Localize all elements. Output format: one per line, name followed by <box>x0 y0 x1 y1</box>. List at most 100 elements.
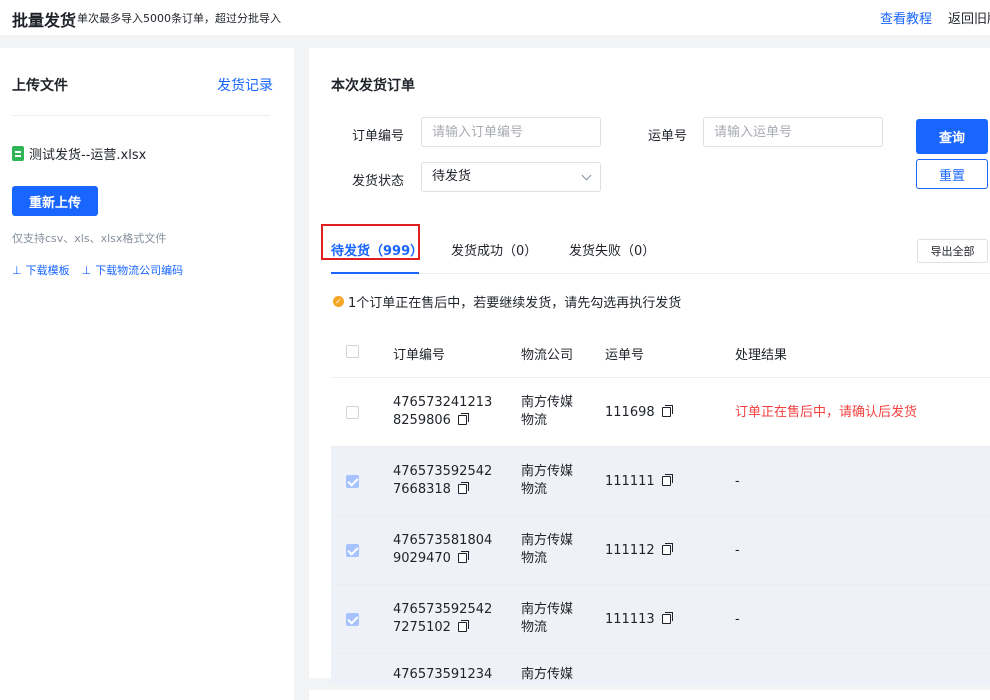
file-name: 测试发货--运营.xlsx <box>29 148 147 163</box>
logistics-line1: 南方传媒 <box>521 602 574 617</box>
result-cell: - <box>735 543 740 558</box>
waybill-cell: 111698 <box>605 404 673 422</box>
logistics-line1: 南方传媒 <box>521 395 574 410</box>
divider <box>12 115 270 116</box>
order-no-label: 订单编号 <box>352 129 405 144</box>
export-all-button[interactable]: 导出全部 <box>917 239 988 263</box>
notice-text: 1个订单正在售后中，若要继续发货，请先勾选再执行发货 <box>348 296 682 311</box>
download-icon: ⊥ <box>81 263 92 277</box>
copy-icon[interactable] <box>661 612 673 624</box>
order-no-cell: 476573592542 7275102 <box>393 601 492 637</box>
orders-section-title: 本次发货订单 <box>331 78 415 94</box>
logistics-cell: 南方传媒 物流 <box>521 394 573 430</box>
active-tab-indicator <box>331 272 419 274</box>
highlight-box <box>321 224 420 260</box>
logistics-cell: 南方传媒 物流 <box>521 601 573 637</box>
order-no-line1: 476573241213 <box>393 395 493 410</box>
after-sale-notice: ✓ 1个订单正在售后中，若要继续发货，请先勾选再执行发货 <box>333 292 681 311</box>
download-logistics-label: 下载物流公司编码 <box>95 264 184 277</box>
row-checkbox[interactable] <box>346 406 359 419</box>
waybill-label: 运单号 <box>648 129 688 144</box>
select-all-checkbox[interactable] <box>346 345 359 358</box>
chevron-down-icon <box>581 170 592 181</box>
status-selected-value: 待发货 <box>432 169 472 184</box>
table-header: 订单编号 物流公司 运单号 处理结果 <box>331 326 990 378</box>
copy-icon[interactable] <box>661 405 673 417</box>
table-row-partial: 476573591234 南方传媒 <box>331 654 990 684</box>
reset-button[interactable]: 重置 <box>916 159 988 189</box>
result-cell: - <box>735 474 740 489</box>
logistics-line1: 南方传媒 <box>521 464 574 479</box>
waybill-input[interactable] <box>703 117 883 147</box>
order-no-line2: 8259806 <box>393 413 451 428</box>
download-template-label: 下载模板 <box>25 264 70 277</box>
page-title: 批量发货 <box>12 11 77 30</box>
table-row: 476573592542 7275102 南方传媒 物流 111113 - <box>331 585 990 654</box>
logistics-line2: 物流 <box>521 551 548 566</box>
order-no-line1: 476573592542 <box>393 602 493 617</box>
status-tabs: 待发货（999） 发货成功（0） 发货失败（0） <box>321 224 990 274</box>
uploaded-file: 测试发货--运营.xlsx <box>12 144 146 163</box>
download-template-link[interactable]: ⊥ 下载模板 <box>12 262 70 278</box>
copy-icon[interactable] <box>458 413 470 425</box>
logistics-line2: 物流 <box>521 620 548 635</box>
download-logistics-code-link[interactable]: ⊥ 下载物流公司编码 <box>82 262 184 278</box>
logistics-line1: 南方传媒 <box>521 533 574 548</box>
shipping-record-link[interactable]: 发货记录 <box>217 75 273 95</box>
waybill-cell: 111113 <box>605 611 673 629</box>
logistics-line2: 物流 <box>521 482 548 497</box>
waybill-cell: 111112 <box>605 542 673 560</box>
order-no-cell: 476573581804 9029470 <box>393 532 492 568</box>
row-checkbox[interactable] <box>346 613 359 626</box>
order-no-line1: 476573581804 <box>393 533 493 548</box>
table-row: 476573241213 8259806 南方传媒 物流 111698 订单正在… <box>331 378 990 447</box>
result-cell: - <box>735 612 740 627</box>
order-no-input[interactable] <box>421 117 601 147</box>
copy-icon[interactable] <box>458 620 470 632</box>
logistics-cell: 南方传媒 物流 <box>521 463 573 499</box>
copy-icon[interactable] <box>458 482 470 494</box>
column-header-order-no: 订单编号 <box>393 348 446 363</box>
tab-failed[interactable]: 发货失败（0） <box>569 240 655 259</box>
order-no-line2: 9029470 <box>393 551 451 566</box>
copy-icon[interactable] <box>458 551 470 563</box>
logistics-line1: 南方传媒 <box>521 667 574 682</box>
column-header-logistics: 物流公司 <box>521 348 574 363</box>
result-cell: 订单正在售后中，请确认后发货 <box>735 405 918 420</box>
table-row: 476573581804 9029470 南方传媒 物流 111112 - <box>331 516 990 585</box>
download-links: ⊥ 下载模板 ⊥ 下载物流公司编码 <box>12 262 183 278</box>
order-no-line2: 7668318 <box>393 482 451 497</box>
order-no-cell: 476573592542 7668318 <box>393 463 492 499</box>
column-header-waybill: 运单号 <box>605 348 645 363</box>
tab-success[interactable]: 发货成功（0） <box>451 240 537 259</box>
query-button[interactable]: 查询 <box>916 119 988 154</box>
row-checkbox[interactable] <box>346 475 359 488</box>
waybill-value: 111111 <box>605 474 655 489</box>
orders-panel-footer <box>309 690 990 700</box>
back-to-old-version-link[interactable]: 返回旧版 <box>948 8 990 27</box>
page-subtitle: 单次最多导入5000条订单，超过分批导入 <box>77 12 281 25</box>
waybill-cell: 111111 <box>605 473 673 491</box>
row-checkbox[interactable] <box>346 544 359 557</box>
orders-panel: 本次发货订单 订单编号 运单号 发货状态 待发货 查询 重置 待发货（999） … <box>309 48 990 684</box>
order-no-line1: 476573592542 <box>393 464 493 479</box>
view-tutorial-link[interactable]: 查看教程 <box>880 8 932 27</box>
file-format-hint: 仅支持csv、xls、xlsx格式文件 <box>12 232 167 245</box>
status-select[interactable]: 待发货 <box>421 162 601 192</box>
waybill-value: 111113 <box>605 612 655 627</box>
logistics-cell: 南方传媒 物流 <box>521 532 573 568</box>
copy-icon[interactable] <box>661 543 673 555</box>
copy-icon[interactable] <box>661 474 673 486</box>
logistics-line2: 物流 <box>521 413 548 428</box>
status-label: 发货状态 <box>352 174 405 189</box>
order-no-line2: 7275102 <box>393 620 451 635</box>
table-row: 476573592542 7668318 南方传媒 物流 111111 - <box>331 447 990 516</box>
order-no-cell: 476573241213 8259806 <box>393 394 492 430</box>
upload-panel: 上传文件 发货记录 测试发货--运营.xlsx 重新上传 仅支持csv、xls、… <box>0 48 294 700</box>
upload-section-title: 上传文件 <box>12 78 68 94</box>
warning-icon: ✓ <box>333 296 344 307</box>
reupload-button[interactable]: 重新上传 <box>12 186 98 216</box>
excel-file-icon <box>12 146 24 161</box>
download-icon: ⊥ <box>12 263 22 277</box>
waybill-value: 111112 <box>605 543 655 558</box>
